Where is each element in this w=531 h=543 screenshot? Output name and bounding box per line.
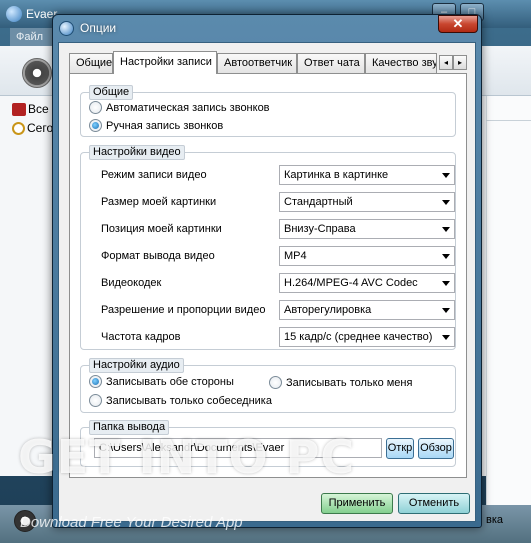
- select-resolution[interactable]: Авторегулировка: [279, 300, 455, 320]
- select-value: Стандартный: [284, 196, 353, 208]
- clock-icon: [12, 121, 25, 135]
- select-picture-position[interactable]: Внизу-Справа: [279, 219, 455, 239]
- radio-label: Записывать обе стороны: [106, 375, 234, 388]
- select-value: MP4: [284, 250, 307, 262]
- book-icon: [12, 102, 26, 116]
- watermark-part: GET: [18, 430, 139, 484]
- select-record-mode[interactable]: Картинка в картинке: [279, 165, 455, 185]
- radio-auto-record[interactable]: Автоматическая запись звонков: [89, 101, 270, 114]
- group-audio-legend: Настройки аудио: [89, 358, 184, 373]
- evaer-app-icon: [6, 6, 22, 22]
- cancel-button[interactable]: Отменить: [398, 493, 470, 514]
- radio-circle[interactable]: [89, 394, 102, 407]
- dropdown-arrow-icon: [442, 227, 450, 232]
- radio-circle-checked[interactable]: [89, 119, 102, 132]
- radio-label: Автоматическая запись звонков: [106, 101, 270, 114]
- field-label-record-mode: Режим записи видео: [101, 169, 207, 181]
- field-label-picture-position: Позиция моей картинки: [101, 223, 222, 235]
- contact-group-label: Все: [28, 102, 49, 116]
- dropdown-arrow-icon: [442, 281, 450, 286]
- watermark-logo: GET INTO PC: [18, 430, 355, 484]
- radio-record-both[interactable]: Записывать обе стороны: [89, 375, 234, 388]
- radio-manual-record[interactable]: Ручная запись звонков: [89, 119, 223, 132]
- tab-recording-settings[interactable]: Настройки записи: [113, 51, 217, 74]
- dropdown-arrow-icon: [442, 335, 450, 340]
- group-video-legend: Настройки видео: [89, 145, 185, 160]
- group-audio: Настройки аудио Записывать обе стороны З…: [80, 358, 456, 413]
- watermark-part: PC: [268, 430, 356, 484]
- field-label-resolution: Разрешение и пропорции видео: [101, 304, 266, 316]
- field-label-picture-size: Размер моей картинки: [101, 196, 217, 208]
- tab-answering-machine[interactable]: Автоответчик: [217, 53, 297, 73]
- browse-button[interactable]: Обзор: [418, 438, 454, 459]
- radio-circle-checked[interactable]: [89, 375, 102, 388]
- contact-group-all[interactable]: Все: [12, 100, 49, 118]
- select-frame-rate[interactable]: 15 кадр/с (среднее качество): [279, 327, 455, 347]
- dialog-titlebar[interactable]: Опции: [53, 15, 481, 41]
- watermark-tagline: Download Free Your Desired App: [20, 514, 243, 531]
- select-picture-size[interactable]: Стандартный: [279, 192, 455, 212]
- tab-bar: Общие Настройки записи Автоответчик Отве…: [69, 51, 467, 74]
- dropdown-arrow-icon: [442, 308, 450, 313]
- radio-record-me-only[interactable]: Записывать только меня: [269, 376, 412, 389]
- dialog-title: Опции: [80, 21, 117, 35]
- select-value: H.264/MPEG-4 AVC Codec: [284, 277, 418, 289]
- select-output-format[interactable]: MP4: [279, 246, 455, 266]
- group-video: Настройки видео Режим записи видео Карти…: [80, 145, 456, 350]
- select-value: Картинка в картинке: [284, 169, 389, 181]
- radio-label: Записывать только меня: [286, 376, 413, 389]
- field-label-frame-rate: Частота кадров: [101, 331, 181, 343]
- radio-record-partner-only[interactable]: Записывать только собеседника: [89, 394, 272, 407]
- recording-settings-panel: Общие Автоматическая запись звонков Ручн…: [69, 73, 467, 478]
- watermark-part: INTO: [138, 430, 269, 484]
- record-button[interactable]: [22, 58, 52, 88]
- dropdown-arrow-icon: [442, 173, 450, 178]
- radio-circle[interactable]: [89, 101, 102, 114]
- tab-general[interactable]: Общие: [69, 53, 113, 73]
- background-bottom-text: вка: [486, 514, 504, 526]
- select-value: 15 кадр/с (среднее качество): [284, 331, 433, 343]
- close-button[interactable]: ✕: [438, 15, 478, 33]
- tab-scroll-right-icon[interactable]: ▸: [453, 55, 467, 70]
- dropdown-arrow-icon: [442, 200, 450, 205]
- apply-button[interactable]: Применить: [321, 493, 393, 514]
- group-general-legend: Общие: [89, 85, 134, 100]
- divider: [486, 120, 531, 121]
- radio-circle[interactable]: [269, 376, 282, 389]
- evaer-dialog-icon: [59, 21, 74, 36]
- open-folder-button[interactable]: Откр: [386, 438, 414, 459]
- field-label-output-format: Формат вывода видео: [101, 250, 215, 262]
- tab-quality[interactable]: Качество зву: [365, 53, 437, 73]
- select-value: Внизу-Справа: [284, 223, 356, 235]
- group-general: Общие Автоматическая запись звонков Ручн…: [80, 85, 456, 137]
- background-right-panel: [486, 96, 531, 506]
- tab-chat-reply[interactable]: Ответ чата: [297, 53, 365, 73]
- tab-scroll-left-icon[interactable]: ◂: [439, 55, 453, 70]
- select-value: Авторегулировка: [284, 304, 372, 316]
- radio-label: Ручная запись звонков: [106, 119, 224, 132]
- field-label-video-codec: Видеокодек: [101, 277, 162, 289]
- dropdown-arrow-icon: [442, 254, 450, 259]
- radio-label: Записывать только собеседника: [106, 394, 272, 407]
- select-video-codec[interactable]: H.264/MPEG-4 AVC Codec: [279, 273, 455, 293]
